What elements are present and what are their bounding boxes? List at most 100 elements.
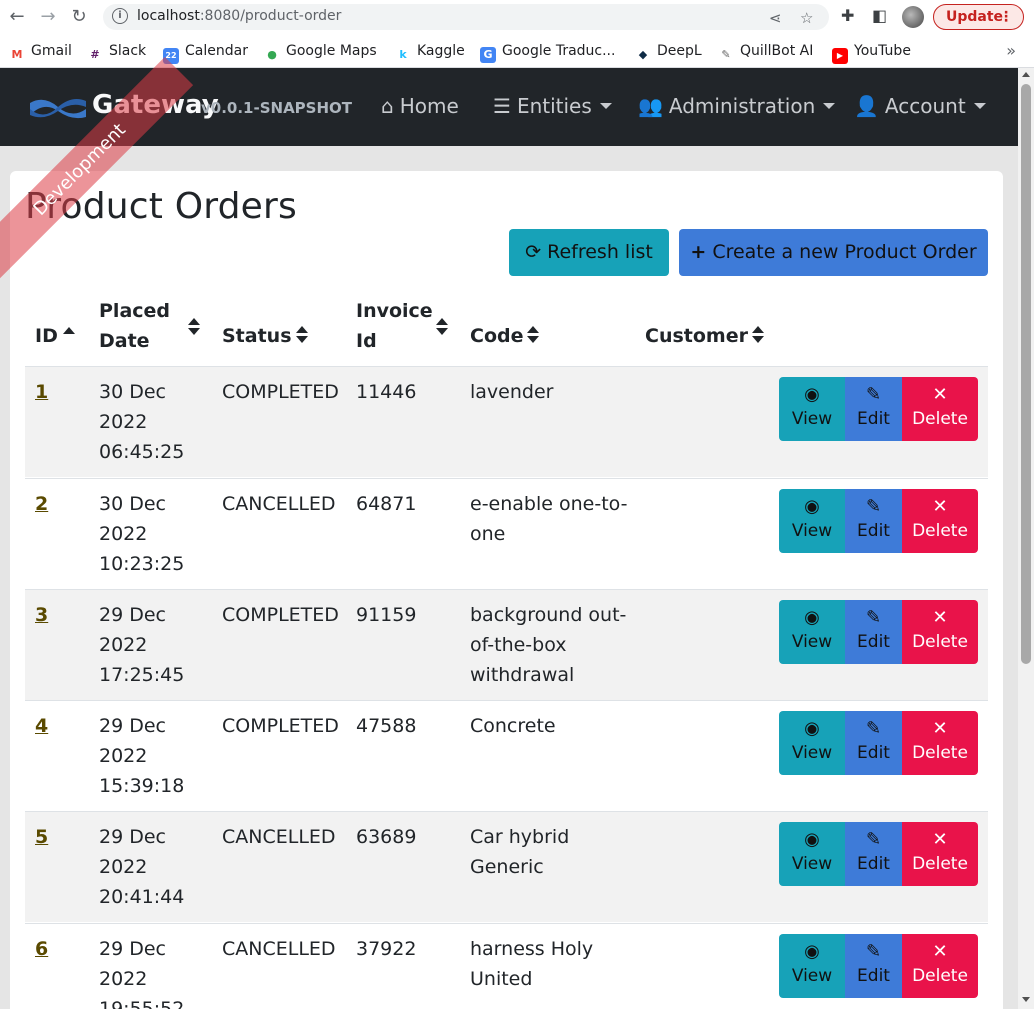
eye-icon: ◉	[804, 718, 820, 739]
bookmark-deepl[interactable]: ◆ DeepL	[635, 41, 702, 61]
delete-button[interactable]: ✕ Delete	[902, 600, 978, 664]
placed-date-line: 06:45:25	[99, 441, 185, 463]
placed-date-line: 10:23:25	[99, 553, 185, 575]
pencil-icon: ✎	[865, 941, 882, 962]
menu-dots-icon: ⋮	[999, 9, 1013, 25]
edit-button[interactable]: ✎ Edit	[845, 711, 902, 775]
delete-button-label: Delete	[912, 854, 968, 874]
page-scrollbar[interactable]	[1018, 68, 1034, 1009]
bookmark-star-icon[interactable]: ☆	[800, 9, 813, 27]
view-button[interactable]: ◉ View	[779, 822, 845, 886]
status-cell: CANCELLED	[222, 826, 336, 848]
delete-button[interactable]: ✕ Delete	[902, 822, 978, 886]
brand-version: v0.0.1-SNAPSHOT	[201, 99, 353, 117]
delete-button[interactable]: ✕ Delete	[902, 377, 978, 441]
placed-date-line: 20:41:44	[99, 886, 185, 908]
sort-icon[interactable]	[188, 318, 200, 336]
reload-icon[interactable]: ↻	[68, 6, 90, 28]
table-row: 6 29 Dec 2022 19:55:52 CANCELLED 37922 harness…	[25, 923, 988, 1009]
column-header-status[interactable]: Status	[222, 321, 308, 351]
order-id-link[interactable]: 2	[35, 489, 48, 519]
update-button[interactable]: Update ⋮	[933, 4, 1024, 30]
side-panel-icon[interactable]: ◧	[872, 6, 887, 25]
scroll-thumb[interactable]	[1021, 84, 1031, 664]
nav-administration[interactable]: 👥 Administration	[638, 94, 836, 118]
create-product-order-button[interactable]: + Create a new Product Order	[679, 229, 988, 276]
edit-button[interactable]: ✎ Edit	[845, 489, 902, 553]
column-header-customer[interactable]: Customer	[645, 321, 764, 351]
bookmarks-bar: M Gmail # Slack 22 Calendar ● Google Maps kK…	[0, 34, 1034, 68]
view-button[interactable]: ◉ View	[779, 489, 845, 553]
deepl-icon: ◆	[638, 48, 648, 61]
view-button[interactable]: ◉ View	[779, 600, 845, 664]
pencil-icon: ✎	[865, 607, 882, 628]
view-button[interactable]: ◉ View	[779, 377, 845, 441]
order-id-link[interactable]: 3	[35, 600, 48, 630]
bookmark-quillbot[interactable]: ✎ QuillBot AI	[718, 41, 813, 61]
edit-button[interactable]: ✎ Edit	[845, 934, 902, 998]
delete-button[interactable]: ✕ Delete	[902, 489, 978, 553]
delete-button-label: Delete	[912, 521, 968, 541]
bookmark-google-maps[interactable]: ● Google Maps	[264, 41, 376, 61]
status-cell: COMPLETED	[222, 604, 339, 626]
edit-button[interactable]: ✎ Edit	[845, 822, 902, 886]
address-bar[interactable]: i localhost:8080/product-order ⋖ ☆	[103, 4, 829, 30]
delete-button[interactable]: ✕ Delete	[902, 934, 978, 998]
code-line: lavender	[470, 381, 554, 403]
more-bookmarks-icon[interactable]: »	[1006, 41, 1016, 60]
eye-icon: ◉	[804, 941, 820, 962]
edit-button[interactable]: ✎ Edit	[845, 377, 902, 441]
code-cell: harness Holy United	[470, 934, 630, 994]
gateway-logo-icon[interactable]	[30, 95, 86, 119]
scroll-down-icon[interactable]	[1022, 997, 1030, 1002]
code-line: withdrawal	[470, 664, 575, 686]
nav-account[interactable]: 👤 Account	[854, 94, 986, 118]
list-icon: ☰	[493, 94, 511, 118]
column-header-code[interactable]: Code	[470, 321, 540, 351]
url-text: localhost:8080/product-order	[137, 8, 342, 24]
order-id-link[interactable]: 5	[35, 822, 48, 852]
extensions-icon[interactable]: ✚	[841, 6, 854, 25]
placed-date-line: 30 Dec	[99, 493, 166, 515]
nav-home[interactable]: ⌂ Home	[381, 94, 459, 118]
table-row: 3 29 Dec 2022 17:25:45 COMPLETED 91159 backgro…	[25, 589, 988, 700]
column-header-id[interactable]: ID	[35, 321, 75, 351]
eye-icon: ◉	[804, 496, 820, 517]
share-icon[interactable]: ⋖	[769, 9, 782, 27]
sort-icon[interactable]	[436, 318, 448, 336]
code-line: harness Holy	[470, 938, 594, 960]
status-cell: CANCELLED	[222, 938, 336, 960]
order-id-link[interactable]: 6	[35, 934, 48, 964]
view-button[interactable]: ◉ View	[779, 934, 845, 998]
order-id-link[interactable]: 1	[35, 377, 48, 407]
column-header-invoice-id[interactable]: Invoice Id	[356, 296, 433, 356]
bookmark-slack[interactable]: # Slack	[87, 41, 146, 61]
chevron-down-icon	[823, 103, 836, 109]
refresh-list-button[interactable]: ⟳ Refresh list	[509, 229, 669, 276]
pencil-icon: ✎	[865, 829, 882, 850]
bookmark-youtube[interactable]: ▶ YouTube	[832, 41, 911, 64]
delete-button[interactable]: ✕ Delete	[902, 711, 978, 775]
profile-avatar[interactable]	[902, 6, 924, 28]
scroll-up-icon[interactable]	[1022, 72, 1030, 77]
bookmark-google-translate[interactable]: G Google Traduc...	[480, 41, 615, 63]
edit-button-label: Edit	[857, 966, 890, 986]
column-header-placed-date[interactable]: Placed Date	[99, 296, 170, 356]
site-info-icon[interactable]: i	[112, 8, 128, 24]
code-line: e-enable one-to-	[470, 493, 628, 515]
bookmark-kaggle[interactable]: k Kaggle	[395, 41, 464, 61]
back-icon[interactable]: ←	[6, 6, 28, 28]
forward-icon[interactable]: →	[37, 6, 59, 28]
invoice-id-cell: 47588	[356, 715, 417, 737]
status-cell: COMPLETED	[222, 381, 339, 403]
view-button[interactable]: ◉ View	[779, 711, 845, 775]
placed-date-line: 29 Dec	[99, 715, 166, 737]
edit-button[interactable]: ✎ Edit	[845, 600, 902, 664]
maps-pin-icon: ●	[267, 48, 277, 61]
plus-icon: +	[690, 241, 707, 263]
bookmark-gmail[interactable]: M Gmail	[9, 41, 72, 61]
nav-entities[interactable]: ☰ Entities	[493, 94, 612, 118]
order-id-link[interactable]: 4	[35, 711, 48, 741]
pencil-icon: ✎	[865, 496, 882, 517]
bookmark-calendar[interactable]: 22 Calendar	[163, 41, 248, 64]
